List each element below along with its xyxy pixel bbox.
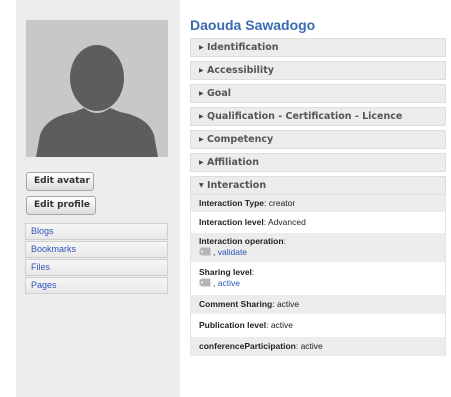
attribute-value: Advanced bbox=[267, 217, 306, 227]
section-affiliation[interactable]: ▶ Affiliation bbox=[190, 153, 446, 172]
attribute-value: creator bbox=[268, 198, 296, 208]
tool-item-pages[interactable]: Pages bbox=[25, 277, 168, 294]
tool-item-files[interactable]: Files bbox=[25, 259, 168, 276]
attribute-key: Interaction Type bbox=[199, 198, 265, 208]
attribute-key: Interaction operation bbox=[199, 236, 284, 246]
default-user-silhouette-icon bbox=[26, 20, 168, 157]
section-competency[interactable]: ▶ Competency bbox=[190, 130, 446, 149]
triangle-right-icon: ▶ bbox=[199, 136, 204, 143]
section-label: Identification bbox=[207, 42, 279, 53]
triangle-right-icon: ▶ bbox=[199, 44, 204, 51]
triangle-right-icon: ▶ bbox=[199, 90, 204, 97]
section-label: Qualification - Certification - Licence bbox=[207, 111, 403, 122]
triangle-right-icon: ▶ bbox=[199, 113, 204, 120]
page-title: Daouda Sawadogo bbox=[190, 17, 316, 33]
attribute-row: Interaction Type: creator bbox=[191, 195, 445, 212]
attribute-row: Publication level: active bbox=[199, 320, 294, 330]
attribute-key: Sharing level bbox=[199, 267, 252, 277]
attribute-key: Publication level bbox=[199, 320, 267, 330]
attribute-key: Comment Sharing bbox=[199, 299, 273, 309]
attribute-value: active bbox=[270, 320, 294, 330]
profile-details: Daouda Sawadogo ▶ Identification ▶ Accessi… bbox=[190, 16, 446, 356]
attribute-key: Interaction level bbox=[199, 217, 264, 227]
section-accessibility[interactable]: ▶ Accessibility bbox=[190, 61, 446, 80]
section-label: Interaction bbox=[207, 180, 267, 191]
section-label: Competency bbox=[207, 134, 274, 145]
section-label: Affiliation bbox=[207, 157, 259, 168]
attribute-value: active bbox=[276, 299, 300, 309]
section-label: Goal bbox=[207, 88, 231, 99]
tag-icon bbox=[199, 278, 211, 290]
section-goal[interactable]: ▶ Goal bbox=[190, 84, 446, 103]
attribute-row: Comment Sharing: active bbox=[191, 295, 445, 314]
edit-avatar-button[interactable]: Edit avatar bbox=[26, 172, 94, 191]
triangle-right-icon: ▶ bbox=[199, 159, 204, 166]
interaction-attributes: Interaction Type: creator Interaction le… bbox=[190, 195, 446, 356]
attribute-row: Interaction operation: , validate bbox=[191, 233, 445, 262]
attribute-value: active bbox=[300, 341, 323, 351]
triangle-right-icon: ▶ bbox=[199, 67, 204, 74]
section-qualification[interactable]: ▶ Qualification - Certification - Licence bbox=[190, 107, 446, 126]
tag-icon bbox=[199, 247, 211, 259]
attribute-row: conferenceParticipation: active bbox=[191, 337, 445, 356]
tool-item-bookmarks[interactable]: Bookmarks bbox=[25, 241, 168, 258]
section-interaction[interactable]: ▼ Interaction bbox=[190, 176, 446, 195]
avatar bbox=[26, 20, 168, 157]
attribute-row: Sharing level: , active bbox=[199, 267, 255, 290]
section-identification[interactable]: ▶ Identification bbox=[190, 38, 446, 57]
attribute-row: Interaction level: Advanced bbox=[199, 217, 306, 227]
tag-link-active[interactable]: active bbox=[218, 278, 240, 288]
tool-item-blogs[interactable]: Blogs bbox=[25, 223, 168, 240]
owner-tools-menu: Blogs Bookmarks Files Pages bbox=[25, 223, 168, 295]
attribute-key: conferenceParticipation bbox=[199, 341, 296, 351]
section-label: Accessibility bbox=[207, 65, 274, 76]
tag-link-validate[interactable]: validate bbox=[218, 247, 247, 257]
triangle-down-icon: ▼ bbox=[199, 182, 204, 189]
edit-profile-button[interactable]: Edit profile bbox=[26, 196, 96, 215]
